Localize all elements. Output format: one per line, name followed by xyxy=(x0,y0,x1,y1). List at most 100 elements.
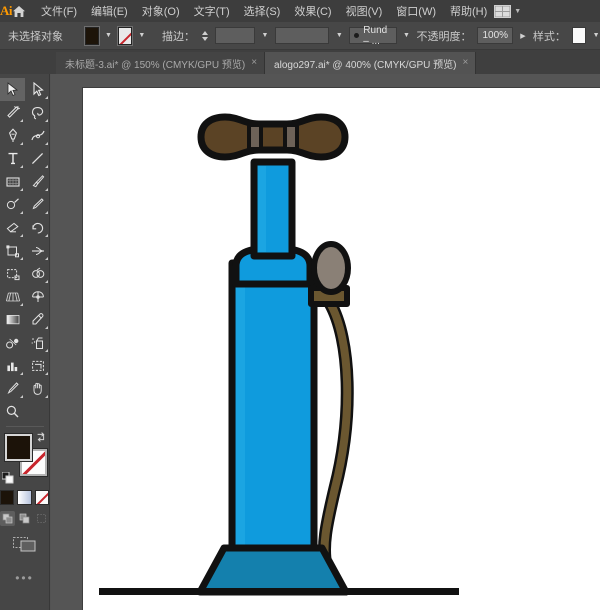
shaper-tool[interactable] xyxy=(0,193,25,216)
menubar-right-group: ▼ xyxy=(494,4,600,18)
pencil-tool[interactable] xyxy=(25,193,50,216)
illustrator-window: Ai 文件(F) 编辑(E) 对象(O) 文字(T) 选择(S) 效果(C) 视… xyxy=(0,0,600,610)
width-tool[interactable] xyxy=(25,239,50,262)
toolbar-divider xyxy=(6,426,44,427)
draw-normal-icon[interactable] xyxy=(0,511,15,526)
menu-item-edit[interactable]: 编辑(E) xyxy=(84,0,135,22)
pump-handle xyxy=(197,113,349,161)
menu-item-file[interactable]: 文件(F) xyxy=(34,0,84,22)
stepper-up-icon[interactable] xyxy=(201,30,208,35)
color-mode-row xyxy=(0,490,49,505)
stroke-weight-stepper[interactable] xyxy=(201,28,209,44)
gradient-swatch-button[interactable] xyxy=(17,490,32,505)
blend-tool[interactable] xyxy=(0,331,25,354)
opacity-label: 不透明度： xyxy=(416,30,472,43)
direct-selection-tool[interactable] xyxy=(25,78,50,101)
selection-status-label: 未选择对象 xyxy=(8,30,63,43)
stepper-down-icon[interactable] xyxy=(201,36,208,41)
brush-chevron-down-icon[interactable]: ▼ xyxy=(403,28,411,44)
pen-tool[interactable] xyxy=(0,124,25,147)
stroke-weight-input[interactable] xyxy=(214,27,256,44)
stroke-weight-chevron-down-icon[interactable]: ▼ xyxy=(261,28,269,44)
home-icon[interactable] xyxy=(12,0,26,22)
app-logo-icon: Ai xyxy=(0,3,13,18)
pump-hose xyxy=(320,299,352,570)
zoom-tool[interactable] xyxy=(0,400,25,423)
document-tab-alogo297[interactable]: alogo297.ai* @ 400% (CMYK/GPU 预览) × xyxy=(265,52,477,74)
artboard-tool[interactable] xyxy=(25,354,50,377)
hand-tool[interactable] xyxy=(25,377,50,400)
column-graph-tool[interactable] xyxy=(0,354,25,377)
none-swatch-button[interactable] xyxy=(34,490,49,505)
fill-color[interactable] xyxy=(4,433,33,462)
pump-valve-head xyxy=(311,241,351,295)
shape-builder-tool[interactable] xyxy=(25,262,50,285)
swap-fill-stroke-icon[interactable] xyxy=(35,431,47,443)
eraser-tool[interactable] xyxy=(0,216,25,239)
menu-item-type[interactable]: 文字(T) xyxy=(187,0,237,22)
brush-definition-select[interactable]: Rund – ... xyxy=(349,24,397,47)
edit-toolbar-button[interactable]: ••• xyxy=(0,571,49,585)
style-chevron-down-icon[interactable]: ▼ xyxy=(592,28,600,44)
type-tool[interactable] xyxy=(0,147,25,170)
graphic-style-swatch[interactable] xyxy=(571,27,587,44)
menu-item-object[interactable]: 对象(O) xyxy=(135,0,187,22)
draw-behind-icon[interactable] xyxy=(17,511,32,526)
paintbrush-tool[interactable] xyxy=(25,170,50,193)
bicycle-floor-pump-illustration[interactable] xyxy=(83,88,600,610)
lasso-tool[interactable] xyxy=(25,101,50,124)
tab-title: alogo297.ai* @ 400% (CMYK/GPU 预览) xyxy=(274,59,457,71)
color-swatch-button[interactable] xyxy=(0,490,15,505)
document-tab-untitled3[interactable]: 未标题-3.ai* @ 150% (CMYK/GPU 预览) × xyxy=(56,52,266,74)
brush-definition-value: Rund – ... xyxy=(363,24,388,47)
slice-tool[interactable] xyxy=(0,377,25,400)
close-icon[interactable]: × xyxy=(251,58,257,68)
default-fill-stroke-icon[interactable] xyxy=(1,471,14,484)
gradient-tool[interactable] xyxy=(0,308,25,331)
opacity-chevron-down-icon[interactable]: ▶ xyxy=(519,28,527,44)
arrange-documents-icon[interactable] xyxy=(494,4,512,18)
opacity-input[interactable]: 100% xyxy=(477,27,514,44)
menu-item-view[interactable]: 视图(V) xyxy=(339,0,390,22)
fill-chevron-down-icon[interactable]: ▼ xyxy=(105,28,113,44)
fill-color-swatch[interactable] xyxy=(85,26,99,45)
tools-grid xyxy=(0,78,50,423)
tools-panel: ••• xyxy=(0,74,50,610)
menu-bar: Ai 文件(F) 编辑(E) 对象(O) 文字(T) 选择(S) 效果(C) 视… xyxy=(0,0,600,22)
change-screen-mode-icon[interactable] xyxy=(12,534,38,559)
perspective-grid-tool[interactable] xyxy=(0,285,25,308)
control-bar: 未选择对象 ▼ ▼ 描边： ▼ ▼ Rund – ... ▼ 不透明度： 100… xyxy=(0,22,600,50)
rotate-tool[interactable] xyxy=(25,216,50,239)
draw-inside-icon[interactable] xyxy=(34,511,49,526)
selection-tool[interactable] xyxy=(0,78,25,101)
menu-item-select[interactable]: 选择(S) xyxy=(237,0,288,22)
mesh-tool[interactable] xyxy=(25,285,50,308)
screen-mode-row xyxy=(0,534,49,559)
scale-tool[interactable] xyxy=(0,239,25,262)
stroke-profile-chevron-down-icon[interactable]: ▼ xyxy=(335,28,343,44)
curvature-tool[interactable] xyxy=(25,124,50,147)
artboard[interactable] xyxy=(83,88,600,610)
magic-wand-tool[interactable] xyxy=(0,101,25,124)
stroke-chevron-down-icon[interactable]: ▼ xyxy=(138,28,146,44)
eyedropper-tool[interactable] xyxy=(25,308,50,331)
menu-item-window[interactable]: 窗口(W) xyxy=(389,0,443,22)
menu-item-help[interactable]: 帮助(H) xyxy=(443,0,494,22)
line-segment-tool[interactable] xyxy=(25,147,50,170)
stroke-none-swatch[interactable] xyxy=(118,26,132,45)
free-transform-tool[interactable] xyxy=(0,262,25,285)
pump-piston-rod-highlight xyxy=(258,166,266,252)
stroke-profile-select[interactable] xyxy=(274,27,330,44)
document-tab-bar: 未标题-3.ai* @ 150% (CMYK/GPU 预览) × alogo29… xyxy=(0,50,600,74)
tab-title: 未标题-3.ai* @ 150% (CMYK/GPU 预览) xyxy=(65,59,246,71)
pump-base xyxy=(196,544,350,596)
arrange-chevron-down-icon[interactable]: ▼ xyxy=(514,8,521,15)
brush-preview-icon xyxy=(354,33,360,38)
menu-item-effect[interactable]: 效果(C) xyxy=(287,0,338,22)
symbol-sprayer-tool[interactable] xyxy=(25,331,50,354)
close-icon[interactable]: × xyxy=(462,58,468,68)
canvas-area[interactable] xyxy=(51,74,600,610)
pump-handle-band-left xyxy=(247,123,263,151)
drawing-mode-row xyxy=(0,511,49,526)
rectangle-tool[interactable] xyxy=(0,170,25,193)
